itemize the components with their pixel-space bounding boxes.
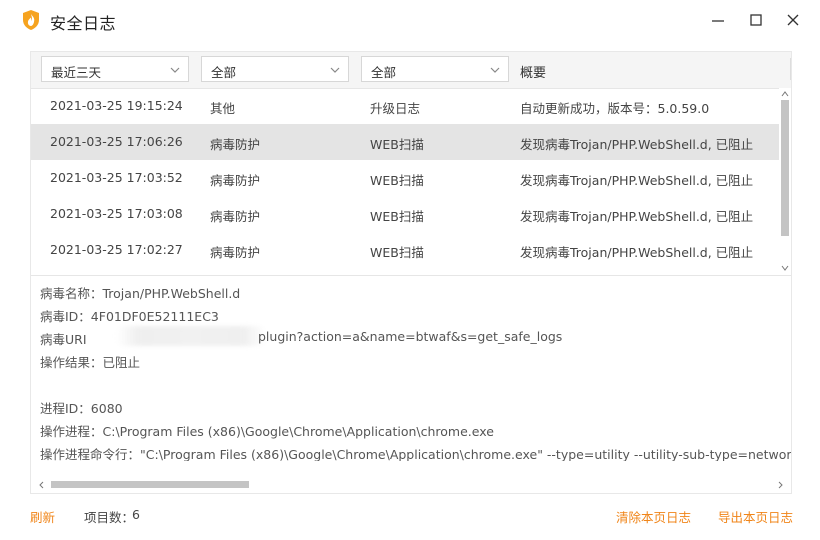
- row-category: 病毒防护: [210, 173, 261, 188]
- category-dropdown[interactable]: 全部: [201, 56, 349, 82]
- scrollbar-thumb[interactable]: [781, 100, 789, 236]
- row-time: 2021-03-25 17:06:26: [50, 134, 183, 149]
- row-summary: 发现病毒Trojan/PHP.WebShell.d, 已阻止: [520, 137, 754, 152]
- type-value: 全部: [371, 65, 397, 80]
- title-bar: 安全日志: [0, 0, 820, 40]
- row-type: WEB扫描: [370, 209, 424, 224]
- table-row[interactable]: 2021-03-25 17:03:52 病毒防护 WEB扫描 发现病毒Troja…: [31, 160, 779, 196]
- row-category: 其他: [210, 101, 236, 116]
- detail-process-id: 进程ID：6080: [40, 401, 123, 416]
- refresh-link[interactable]: 刷新: [30, 507, 55, 526]
- divider: [31, 275, 791, 276]
- detail-process: 操作进程：C:\Program Files (x86)\Google\Chrom…: [40, 424, 494, 439]
- maximize-icon[interactable]: [744, 8, 768, 32]
- log-list: 2021-03-25 19:15:24 其他 升级日志 自动更新成功，版本号：5…: [31, 88, 779, 275]
- scroll-down-icon[interactable]: [781, 264, 789, 272]
- row-time: 2021-03-25 17:03:52: [50, 170, 183, 185]
- category-value: 全部: [211, 65, 237, 80]
- row-type: WEB扫描: [370, 137, 424, 152]
- hscrollbar-thumb[interactable]: [51, 481, 249, 488]
- header-divider: [790, 58, 791, 80]
- detail-virus-uri-label: 病毒URI: [40, 332, 87, 347]
- row-summary: 自动更新成功，版本号：5.0.59.0: [520, 101, 710, 116]
- time-range-value: 最近三天: [51, 65, 102, 80]
- row-category: 病毒防护: [210, 209, 261, 224]
- table-row[interactable]: 2021-03-25 19:15:24 其他 升级日志 自动更新成功，版本号：5…: [31, 88, 779, 124]
- table-row[interactable]: 2021-03-25 17:02:27 病毒防护 WEB扫描 发现病毒Troja…: [31, 232, 779, 268]
- detail-hscrollbar[interactable]: [31, 477, 791, 493]
- row-time: 2021-03-25 17:02:27: [50, 242, 183, 257]
- chevron-down-icon: [330, 67, 340, 73]
- export-page-logs-link[interactable]: 导出本页日志: [718, 507, 793, 526]
- row-summary: 发现病毒Trojan/PHP.WebShell.d, 已阻止: [520, 173, 754, 188]
- row-category: 病毒防护: [210, 137, 261, 152]
- chevron-down-icon: [170, 67, 180, 73]
- detail-virus-uri: plugin?action=a&name=btwaf&s=get_safe_lo…: [258, 329, 563, 344]
- table-row[interactable]: 2021-03-25 17:03:08 病毒防护 WEB扫描 发现病毒Troja…: [31, 196, 779, 232]
- redacted-url: [116, 326, 266, 346]
- scroll-left-icon[interactable]: [37, 480, 47, 490]
- window-title: 安全日志: [50, 14, 117, 33]
- row-type: WEB扫描: [370, 245, 424, 260]
- scroll-right-icon[interactable]: [775, 480, 785, 490]
- row-category: 病毒防护: [210, 245, 261, 260]
- detail-process-cmd: 操作进程命令行："C:\Program Files (x86)\Google\C…: [40, 447, 791, 461]
- minimize-icon[interactable]: [706, 8, 730, 32]
- log-detail: 病毒名称：Trojan/PHP.WebShell.d 病毒ID：4F01DF0E…: [40, 281, 791, 461]
- log-panel: 最近三天 全部 全部 概要 2021-03-25 19:15:24 其他 升级日…: [30, 51, 792, 494]
- table-row-selected[interactable]: 2021-03-25 17:06:26 病毒防护 WEB扫描 发现病毒Troja…: [31, 124, 779, 160]
- clear-page-logs-link[interactable]: 清除本页日志: [616, 507, 691, 526]
- item-count-label: 项目数：: [84, 510, 135, 525]
- item-count-value: 6: [132, 507, 140, 522]
- time-range-dropdown[interactable]: 最近三天: [41, 56, 189, 82]
- row-type: 升级日志: [370, 101, 421, 116]
- summary-column-header: 概要: [520, 66, 547, 81]
- filter-bar: 最近三天 全部 全部 概要: [31, 52, 791, 89]
- detail-result: 操作结果：已阻止: [40, 355, 141, 370]
- detail-virus-name: 病毒名称：Trojan/PHP.WebShell.d: [40, 286, 241, 301]
- chevron-down-icon: [490, 67, 500, 73]
- row-time: 2021-03-25 19:15:24: [50, 98, 183, 113]
- shield-logo-icon: [21, 9, 41, 31]
- log-list-scrollbar[interactable]: [779, 88, 791, 275]
- scroll-up-icon[interactable]: [781, 90, 789, 98]
- row-type: WEB扫描: [370, 173, 424, 188]
- row-time: 2021-03-25 17:03:08: [50, 206, 183, 221]
- row-summary: 发现病毒Trojan/PHP.WebShell.d, 已阻止: [520, 209, 754, 224]
- close-icon[interactable]: [781, 8, 805, 32]
- detail-virus-id: 病毒ID：4F01DF0E52111EC3: [40, 309, 219, 324]
- row-summary: 发现病毒Trojan/PHP.WebShell.d, 已阻止: [520, 245, 754, 260]
- type-dropdown[interactable]: 全部: [361, 56, 509, 82]
